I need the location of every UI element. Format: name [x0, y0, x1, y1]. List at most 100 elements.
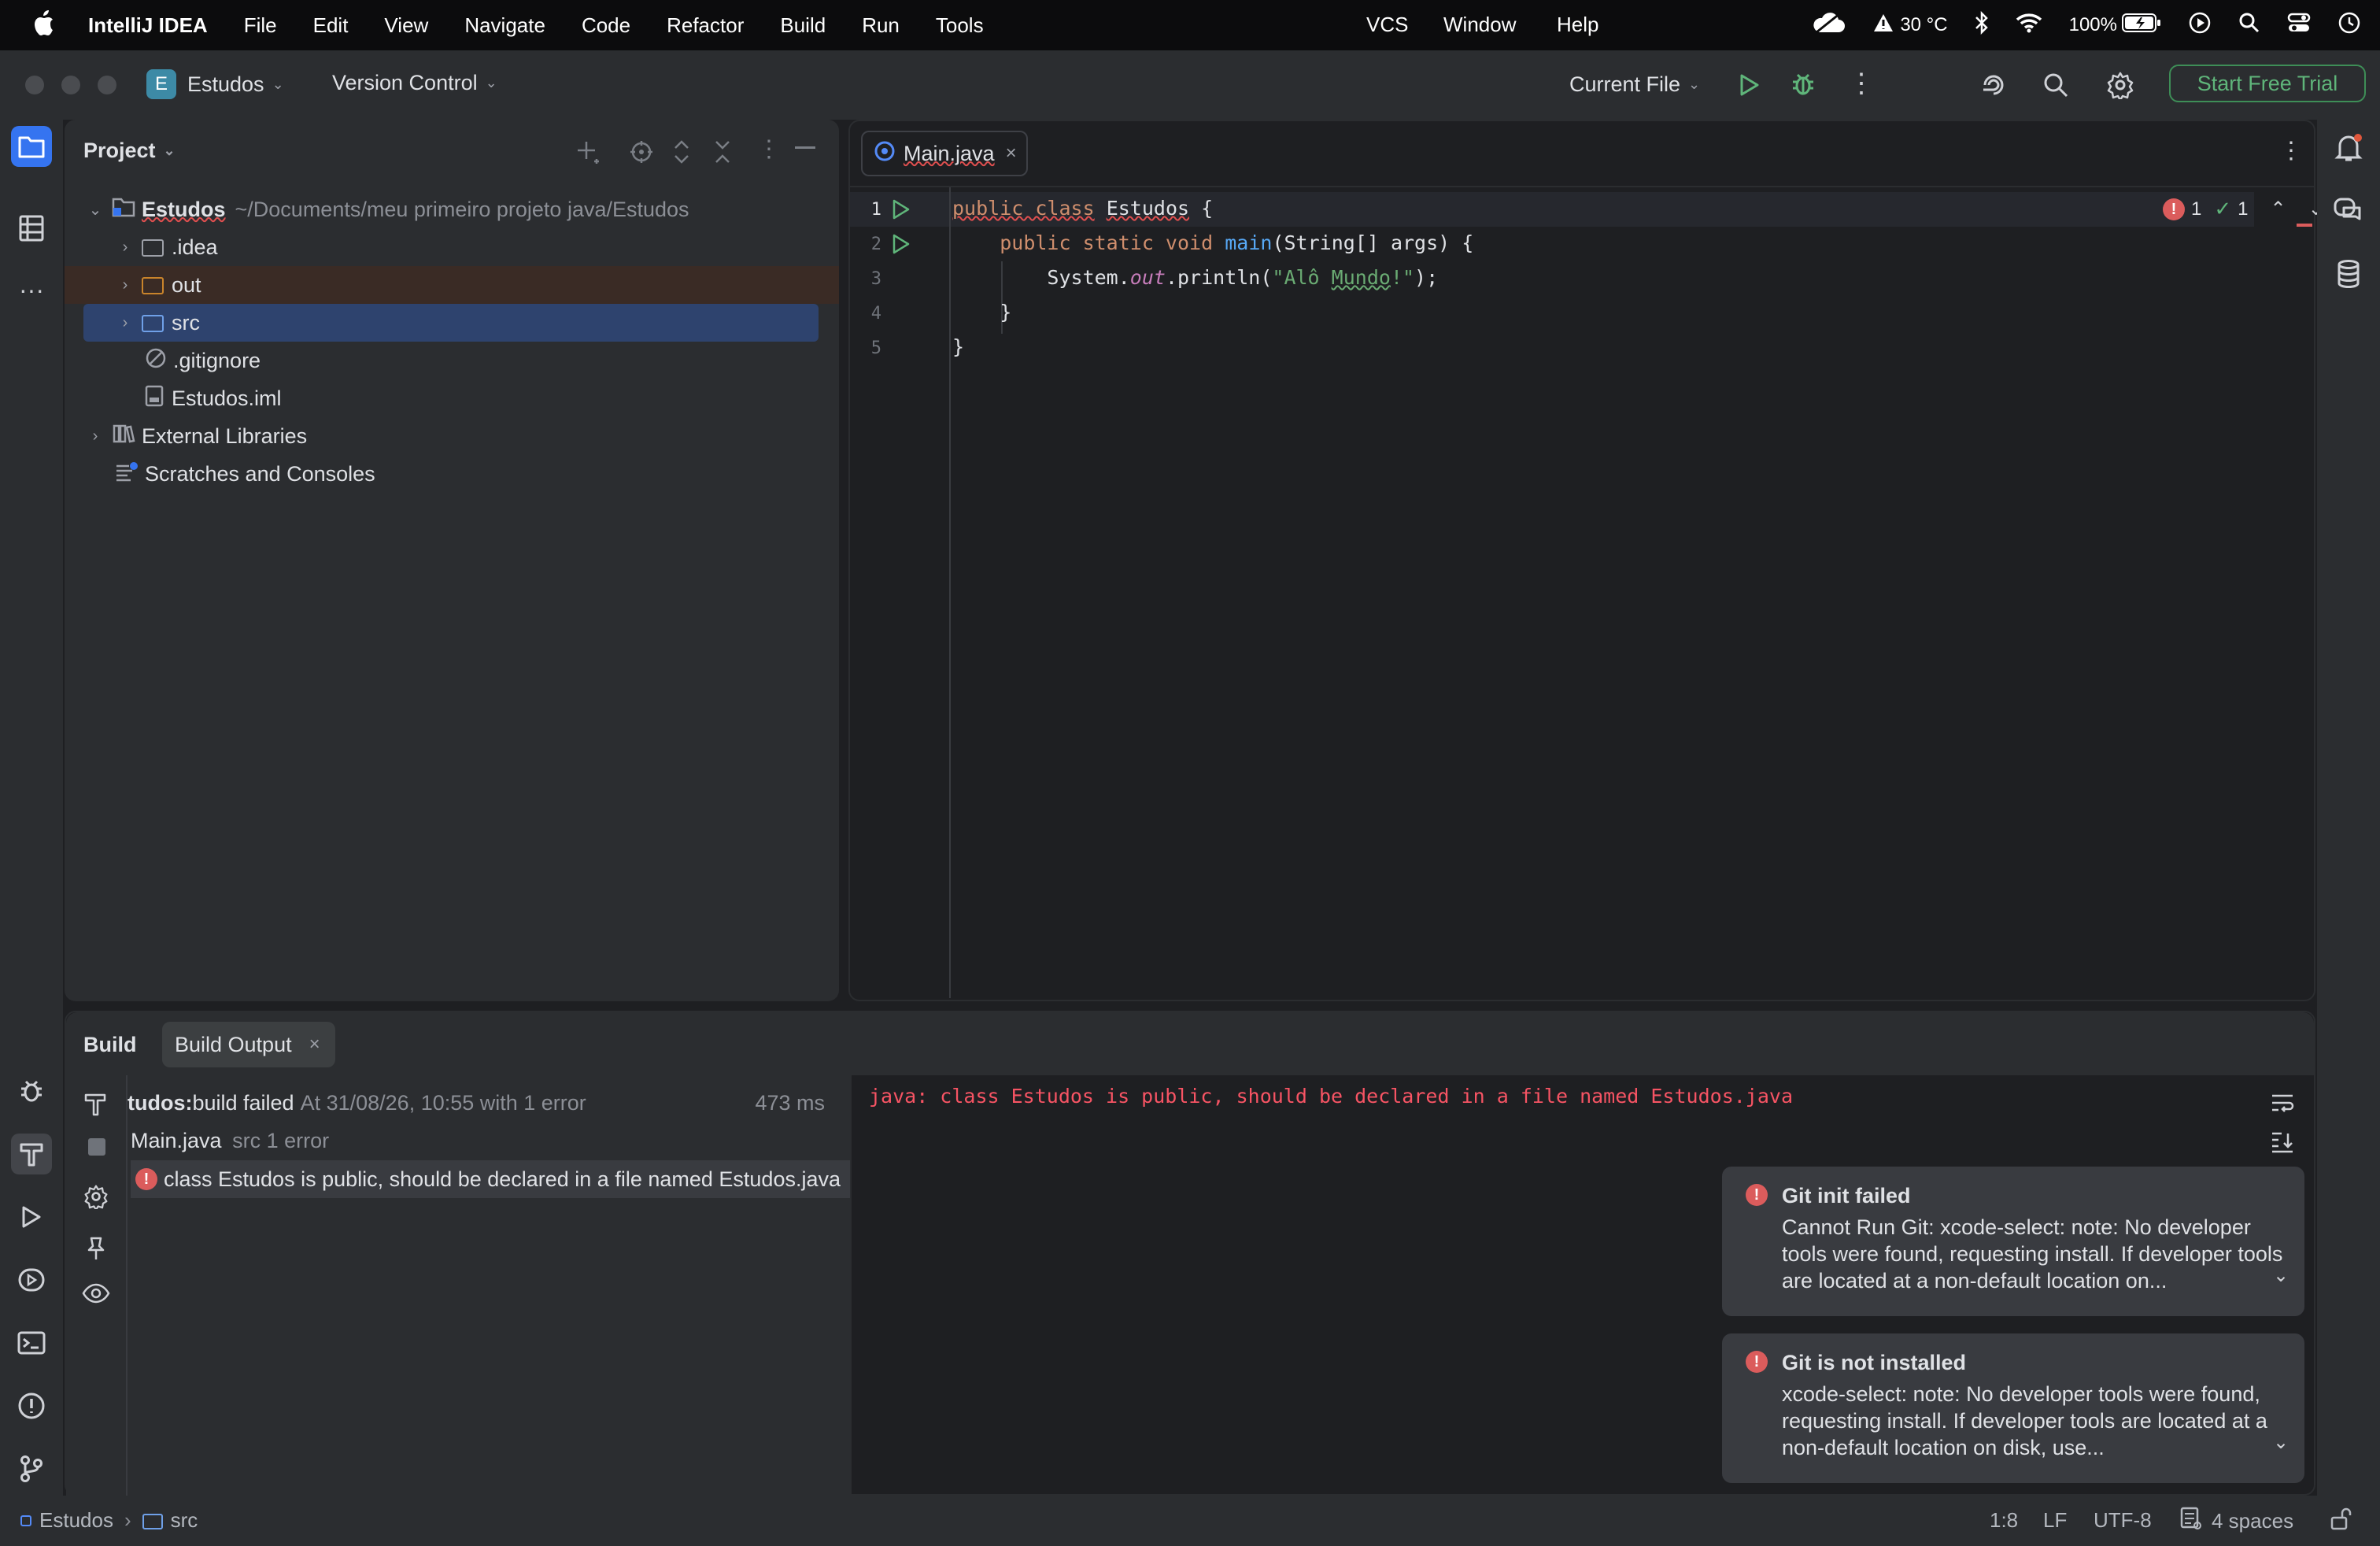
file-encoding[interactable]: UTF-8	[2094, 1508, 2152, 1533]
breadcrumb-project[interactable]: Estudos	[39, 1508, 113, 1533]
tree-item-scratches[interactable]: Scratches and Consoles	[115, 455, 375, 493]
bluetooth-icon[interactable]	[1975, 10, 1989, 40]
code-line-2[interactable]: public static void main(String[] args) {	[952, 231, 1473, 254]
search-icon[interactable]	[2043, 72, 2068, 102]
control-center-icon[interactable]	[2287, 12, 2311, 39]
build-tool-icon[interactable]	[11, 1134, 52, 1174]
build-splitter[interactable]	[850, 1075, 852, 1496]
start-free-trial-button[interactable]: Start Free Trial	[2169, 65, 2366, 102]
menu-vcs[interactable]: VCS	[1366, 13, 1408, 37]
project-switcher[interactable]: E Estudos ⌄	[146, 69, 284, 99]
breadcrumb-src[interactable]: src	[171, 1508, 198, 1533]
eye-icon[interactable]	[82, 1282, 110, 1309]
tree-item-idea[interactable]: › .idea	[113, 228, 822, 266]
build-summary-row[interactable]: tudos: build failed At 31/08/26, 10:55 w…	[128, 1091, 850, 1115]
menu-file[interactable]: File	[244, 13, 277, 38]
gutter-run-icon[interactable]	[891, 233, 911, 259]
play-circle-icon[interactable]	[2188, 11, 2212, 40]
battery-widget[interactable]: 100%	[2069, 13, 2161, 38]
close-tab-icon[interactable]: ×	[1006, 142, 1017, 165]
editor-tab-main-java[interactable]: Main.java ×	[861, 131, 1028, 176]
hide-panel-icon[interactable]	[795, 146, 815, 149]
window-minimize-button[interactable]	[61, 76, 80, 94]
menu-window[interactable]: Window	[1443, 13, 1516, 37]
error-stripe-marker[interactable]	[2297, 224, 2312, 227]
chevron-down-icon[interactable]: ⌄	[2273, 1431, 2289, 1454]
services-tool-icon[interactable]	[11, 1259, 52, 1300]
stop-icon[interactable]	[88, 1138, 105, 1156]
build-hammer-icon[interactable]	[83, 1091, 109, 1122]
window-zoom-button[interactable]	[98, 76, 116, 94]
problems-tool-icon[interactable]	[11, 1385, 52, 1426]
ai-chat-icon[interactable]	[2328, 190, 2369, 231]
tree-root-estudos[interactable]: ⌄ Estudos ~/Documents/meu primeiro proje…	[83, 190, 823, 228]
vcs-widget[interactable]: Version Control ⌄	[332, 71, 497, 95]
window-close-button[interactable]	[25, 76, 44, 94]
locate-file-icon[interactable]	[630, 140, 653, 168]
terminal-tool-icon[interactable]	[11, 1322, 52, 1363]
run-config-selector[interactable]: Current File ⌄	[1569, 72, 1700, 97]
build-error-row[interactable]: ! class Estudos is public, should be dec…	[131, 1160, 850, 1198]
notifications-bell-icon[interactable]	[2328, 128, 2369, 168]
run-icon[interactable]	[1738, 72, 1761, 102]
settings-gear-icon[interactable]	[83, 1184, 109, 1213]
new-file-icon[interactable]	[575, 139, 601, 169]
project-tool-icon[interactable]	[11, 126, 52, 167]
menu-help[interactable]: Help	[1557, 13, 1598, 37]
scroll-to-end-icon[interactable]	[2270, 1130, 2295, 1158]
menu-run[interactable]: Run	[862, 13, 900, 38]
git-tool-icon[interactable]	[11, 1448, 52, 1489]
menu-tools[interactable]: Tools	[936, 13, 984, 38]
menu-edit[interactable]: Edit	[313, 13, 349, 38]
cloud-icon[interactable]	[1812, 12, 1846, 39]
project-view-selector[interactable]: Project ⌄	[83, 139, 176, 163]
menu-build[interactable]: Build	[780, 13, 826, 38]
structure-tool-icon[interactable]	[11, 208, 52, 249]
notification-git-not-installed[interactable]: ! Git is not installed xcode-select: not…	[1722, 1333, 2304, 1483]
notification-git-init-failed[interactable]: ! Git init failed Cannot Run Git: xcode-…	[1722, 1167, 2304, 1316]
code-line-5[interactable]: }	[952, 335, 964, 358]
debug-tool-icon[interactable]	[11, 1071, 52, 1111]
editor-options-icon[interactable]: ⋮	[2279, 137, 2303, 165]
more-vertical-icon[interactable]: ⋮	[1848, 68, 1875, 99]
pin-icon[interactable]	[85, 1236, 107, 1265]
chevron-down-icon[interactable]: ⌄	[83, 200, 107, 220]
chevron-right-icon[interactable]: ›	[83, 427, 107, 446]
apple-icon[interactable]	[31, 9, 58, 42]
build-file-row[interactable]: Main.java src 1 error	[131, 1129, 329, 1153]
collapse-all-icon[interactable]	[713, 139, 732, 169]
prev-highlight-icon[interactable]: ⌃	[2271, 198, 2286, 220]
soft-wrap-icon[interactable]	[2270, 1093, 2295, 1119]
debug-icon[interactable]	[1790, 71, 1816, 102]
settings-gear-icon[interactable]	[2106, 71, 2134, 103]
close-tab-icon[interactable]: ×	[309, 1034, 320, 1056]
tree-item-src[interactable]: › src	[83, 304, 819, 342]
menu-app-name[interactable]: IntelliJ IDEA	[88, 13, 208, 38]
gutter-run-icon[interactable]	[891, 198, 911, 224]
ai-assistant-icon[interactable]	[1980, 72, 2007, 102]
wifi-icon[interactable]	[2016, 13, 2042, 39]
menu-code[interactable]: Code	[582, 13, 630, 38]
database-icon[interactable]	[2328, 253, 2369, 294]
chevron-right-icon[interactable]: ›	[113, 314, 137, 332]
chevron-down-icon[interactable]: ⌄	[2273, 1264, 2289, 1287]
menu-refactor[interactable]: Refactor	[667, 13, 744, 38]
indent-widget[interactable]: 4 spaces	[2180, 1507, 2293, 1536]
inspection-widget[interactable]: ! 1 ✓ 1 ⌃ ⌄	[2163, 197, 2324, 221]
expand-all-icon[interactable]	[672, 139, 691, 169]
clock-icon[interactable]	[2338, 11, 2361, 40]
menu-navigate[interactable]: Navigate	[464, 13, 545, 38]
tree-item-iml[interactable]: Estudos.iml	[145, 379, 282, 417]
tree-item-gitignore[interactable]: .gitignore	[145, 342, 261, 379]
chevron-right-icon[interactable]: ›	[113, 276, 137, 294]
panel-options-icon[interactable]: ⋮	[757, 135, 781, 163]
tree-item-external-libraries[interactable]: › External Libraries	[83, 417, 307, 455]
more-tools-icon[interactable]: ···	[11, 269, 52, 310]
tree-item-out[interactable]: › out	[65, 266, 839, 304]
code-line-1[interactable]: public class Estudos {	[952, 197, 1213, 220]
caret-position[interactable]: 1:8	[1990, 1508, 2018, 1533]
menu-view[interactable]: View	[384, 13, 428, 38]
weather-widget[interactable]: 30 °C	[1873, 13, 1948, 38]
spotlight-search-icon[interactable]	[2238, 12, 2260, 39]
lock-open-icon[interactable]	[2330, 1507, 2352, 1537]
